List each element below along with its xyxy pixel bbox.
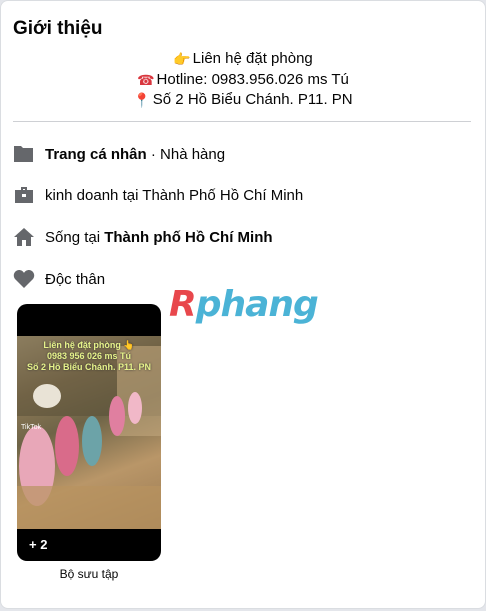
home-icon (13, 226, 35, 248)
flag-icon (13, 143, 35, 165)
telephone-icon: ☎ (137, 71, 155, 88)
bio-line-hotline: ☎ Hotline: 0983.956.026 ms Tú (1, 70, 485, 91)
bio-text: Số 2 Hồ Biểu Chánh. P11. PN (152, 91, 353, 108)
bio-line-contact: 👉 Liên hệ đặt phòng (1, 49, 485, 70)
bio-section: 👉 Liên hệ đặt phòng ☎ Hotline: 0983.956.… (1, 49, 485, 111)
tiktok-label: TikTok (21, 424, 41, 431)
heart-icon (13, 268, 35, 290)
relationship-text: Độc thân (45, 270, 106, 288)
featured-caption[interactable]: Bộ sưu tập (17, 567, 161, 581)
page-type-label[interactable]: Trang cá nhân (45, 146, 147, 163)
detail-relationship: Độc thân (13, 268, 105, 290)
rphang-watermark: Rphang (169, 284, 319, 325)
lives-city-link[interactable]: Thành phố Hồ Chí Minh (104, 229, 272, 246)
page-category: · Nhà hàng (146, 145, 226, 163)
detail-page-type[interactable]: Trang cá nhân · Nhà hàng (13, 143, 225, 165)
bio-text: Hotline: 0983.956.026 ms Tú (156, 70, 349, 88)
detail-work: kinh doanh tại Thành Phố Hồ Chí Minh (13, 184, 303, 206)
work-text: kinh doanh tại Thành Phố Hồ Chí Minh (45, 186, 304, 204)
intro-card: Giới thiệu 👉 Liên hệ đặt phòng ☎ Hotline… (0, 0, 486, 609)
location-pin-icon: 📍 (133, 92, 151, 108)
featured-collection[interactable]: Liên hệ đặt phòng 👆 0983 956 026 ms Tú S… (17, 304, 161, 561)
featured-count: + 2 (29, 537, 48, 552)
featured-overlay-text: Liên hệ đặt phòng 👆 0983 956 026 ms Tú S… (26, 340, 152, 372)
intro-title: Giới thiệu (13, 18, 103, 39)
briefcase-icon (13, 184, 35, 206)
lives-prefix: Sống tại (45, 228, 105, 246)
detail-lives: Sống tại Thành phố Hồ Chí Minh (13, 226, 273, 248)
divider (13, 121, 471, 122)
bio-text: Liên hệ đặt phòng (192, 50, 313, 67)
featured-photo: Liên hệ đặt phòng 👆 0983 956 026 ms Tú S… (17, 336, 161, 529)
bio-line-address: 📍 Số 2 Hồ Biểu Chánh. P11. PN (1, 90, 485, 111)
pointing-hand-icon: 👉 (173, 51, 191, 67)
